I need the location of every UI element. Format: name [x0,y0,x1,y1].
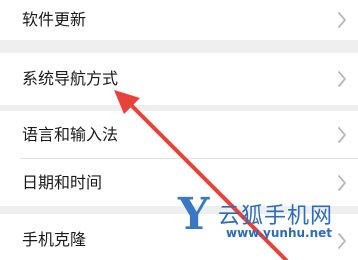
watermark-logo: Y [178,189,210,240]
watermark: Y 云狐手机网 www.yunhu.net [178,190,338,246]
watermark-url: www.yunhu.net [226,226,333,240]
